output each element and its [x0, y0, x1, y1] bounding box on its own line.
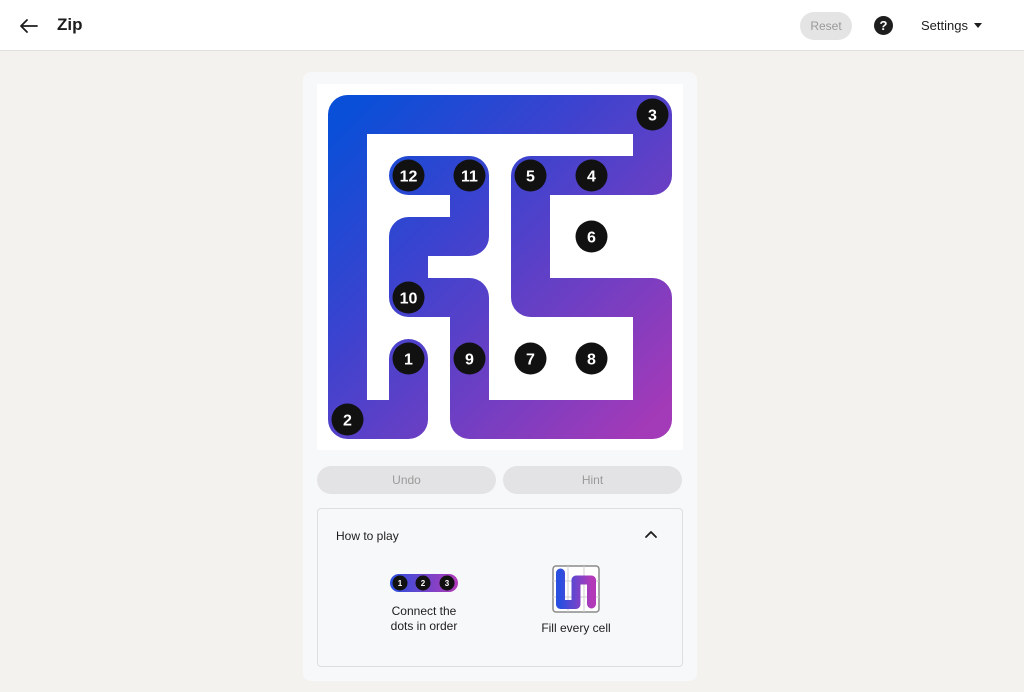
- dot-number-label: 5: [526, 169, 535, 186]
- number-dot-8[interactable]: 8: [575, 342, 608, 375]
- connect-dots-line2: dots in order: [390, 619, 458, 633]
- board-canvas[interactable]: 1234567 89101112: [317, 84, 683, 450]
- help-icon[interactable]: ?: [874, 16, 893, 35]
- mini-dot-label: 2: [421, 579, 426, 588]
- mini-dot-label: 3: [445, 579, 450, 588]
- number-dot-3[interactable]: 3: [636, 98, 669, 131]
- number-dot-9[interactable]: 9: [453, 342, 486, 375]
- back-arrow-icon[interactable]: [16, 13, 42, 39]
- connect-dots-icon: 1 2 3: [390, 574, 458, 592]
- number-dot-1[interactable]: 1: [392, 342, 425, 375]
- number-dot-10[interactable]: 10: [392, 281, 425, 314]
- game-board[interactable]: 1 2 3 4 5 6 7 8 9 10 11 12: [317, 84, 683, 450]
- dot-number-label: 3: [648, 108, 657, 125]
- number-dot-11[interactable]: 11: [453, 159, 486, 192]
- hint-button[interactable]: Hint: [503, 466, 682, 494]
- game-card: 1 2 3 4 5 6 7 8 9 10 11 12 Undo Hint How to play 1 …: [303, 72, 697, 681]
- dot-number-label: 6: [587, 230, 596, 247]
- dot-number-label: 12: [400, 169, 418, 186]
- number-dot-12[interactable]: 12: [392, 159, 425, 192]
- chevron-up-icon[interactable]: [644, 529, 658, 539]
- undo-button[interactable]: Undo: [317, 466, 496, 494]
- dot-number-label: 2: [343, 413, 352, 430]
- caret-down-icon: [973, 23, 982, 29]
- fill-grid-icon: [552, 565, 600, 613]
- how-to-play-panel: How to play 1 2 3 Connect the dots in or…: [317, 508, 683, 667]
- settings-dropdown[interactable]: Settings: [921, 18, 982, 33]
- dot-number-label: 7: [526, 352, 535, 369]
- page-title: Zip: [57, 15, 83, 34]
- board-background: [317, 84, 683, 450]
- dot-number-label: 4: [587, 169, 596, 186]
- mini-dot-label: 1: [398, 579, 403, 588]
- number-dot-7[interactable]: 7: [514, 342, 547, 375]
- fill-cells-label: Fill every cell: [541, 621, 611, 635]
- connect-dots-line1: Connect the: [391, 604, 457, 618]
- dot-number-label: 1: [404, 352, 413, 369]
- dot-number-label: 9: [465, 352, 474, 369]
- number-dot-2[interactable]: 2: [331, 403, 364, 436]
- settings-label: Settings: [921, 18, 968, 33]
- dot-number-label: 11: [461, 169, 478, 186]
- how-to-play-title: How to play: [336, 529, 399, 543]
- number-dot-6[interactable]: 6: [575, 220, 608, 253]
- reset-button[interactable]: Reset: [800, 12, 852, 40]
- number-dot-4[interactable]: 4: [575, 159, 608, 192]
- connect-dots-label: Connect the dots in order: [368, 604, 480, 634]
- number-dot-5[interactable]: 5: [514, 159, 547, 192]
- top-bar: Zip Reset ? Settings: [0, 0, 1024, 51]
- dot-number-label: 8: [587, 352, 596, 369]
- dot-number-label: 10: [400, 291, 418, 308]
